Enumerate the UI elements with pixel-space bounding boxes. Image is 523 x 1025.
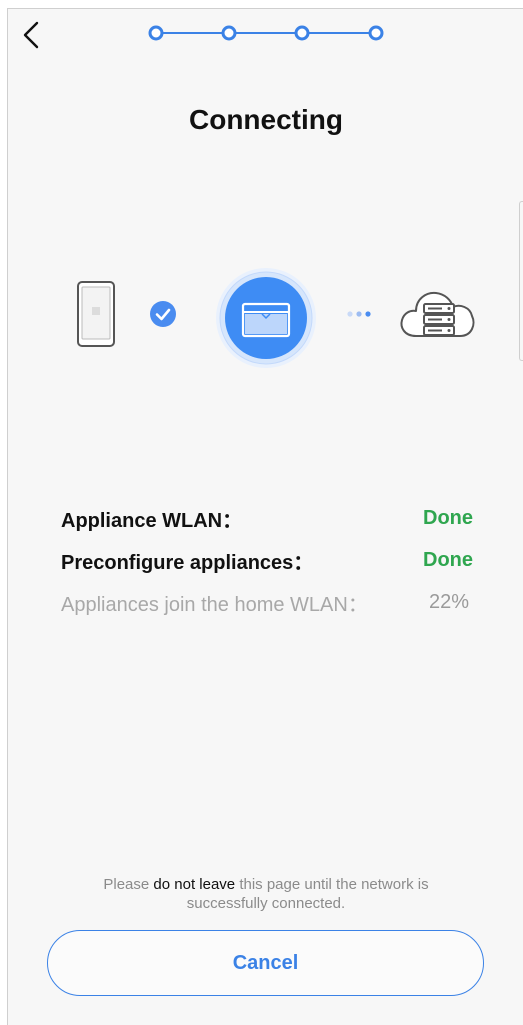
chevron-left-icon bbox=[23, 21, 39, 49]
back-button[interactable] bbox=[16, 17, 46, 53]
check-icon bbox=[150, 301, 176, 327]
notice-emphasis: do not leave bbox=[153, 876, 236, 893]
status-row-join-home-wlan: Appliances join the home WLAN： 22% bbox=[61, 581, 473, 623]
cancel-button[interactable]: Cancel bbox=[47, 930, 484, 996]
page-title: Connecting bbox=[189, 104, 343, 135]
step-dot-4 bbox=[368, 25, 384, 41]
router-icon bbox=[216, 268, 316, 368]
status-label: Appliances join the home WLAN： bbox=[61, 593, 368, 616]
status-label: Appliance WLAN： bbox=[61, 509, 243, 532]
dots-icon bbox=[347, 311, 371, 317]
status-label: Preconfigure appliances： bbox=[61, 551, 314, 574]
app-screen: Connecting Appliance WLAN： Done Preconfi… bbox=[7, 8, 523, 1025]
cloud-server-icon bbox=[400, 291, 475, 337]
do-not-leave-notice: Please do not leave this page until the … bbox=[8, 875, 523, 913]
notice-prefix: Please bbox=[103, 876, 154, 893]
status-row-preconfigure: Preconfigure appliances： Done bbox=[61, 539, 473, 581]
status-row-appliance-wlan: Appliance WLAN： Done bbox=[61, 497, 473, 539]
connection-diagram bbox=[8, 264, 523, 379]
phone-icon bbox=[77, 281, 115, 347]
step-dot-2 bbox=[221, 25, 237, 41]
status-value: Done bbox=[423, 506, 473, 529]
step-dot-1 bbox=[148, 25, 164, 41]
status-value: Done bbox=[423, 548, 473, 571]
scrollbar[interactable] bbox=[519, 201, 523, 361]
top-bar bbox=[8, 9, 523, 59]
step-dot-3 bbox=[294, 25, 310, 41]
status-value: 22% bbox=[428, 590, 469, 613]
connection-status-list: Appliance WLAN： Done Preconfigure applia… bbox=[61, 497, 473, 623]
step-progress-indicator bbox=[148, 25, 384, 41]
